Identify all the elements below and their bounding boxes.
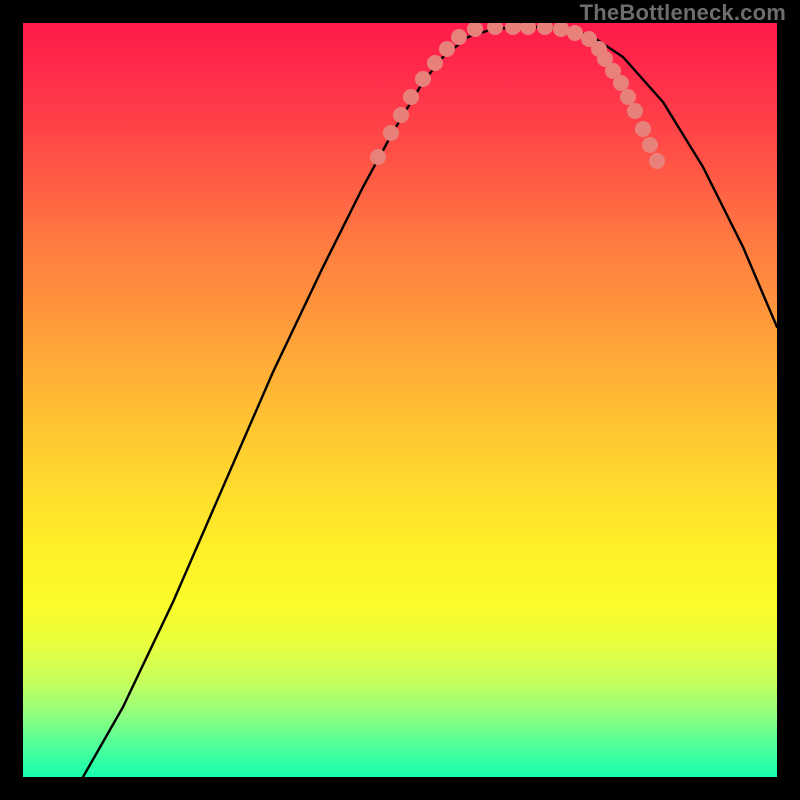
highlight-dot [427, 55, 443, 71]
highlight-dot [403, 89, 419, 105]
highlight-dot [649, 153, 665, 169]
highlight-dot [627, 103, 643, 119]
highlight-dot [635, 121, 651, 137]
highlight-dot [642, 137, 658, 153]
highlight-dot [370, 149, 386, 165]
highlight-dot [415, 71, 431, 87]
highlight-dot [620, 89, 636, 105]
highlight-dot [451, 29, 467, 45]
highlight-dot [553, 23, 569, 37]
highlight-dot [467, 23, 483, 37]
plot-area [23, 23, 777, 777]
highlight-dots [370, 23, 665, 169]
highlight-dot [393, 107, 409, 123]
highlight-dot [439, 41, 455, 57]
highlight-dot [383, 125, 399, 141]
bottleneck-curve [83, 27, 777, 777]
highlight-dot [487, 23, 503, 35]
highlight-dot [520, 23, 536, 35]
highlight-dot [567, 25, 583, 41]
highlight-dot [505, 23, 521, 35]
watermark-text: TheBottleneck.com [580, 0, 786, 26]
curve-layer [23, 23, 777, 777]
chart-stage: TheBottleneck.com [0, 0, 800, 800]
highlight-dot [613, 75, 629, 91]
highlight-dot [537, 23, 553, 35]
